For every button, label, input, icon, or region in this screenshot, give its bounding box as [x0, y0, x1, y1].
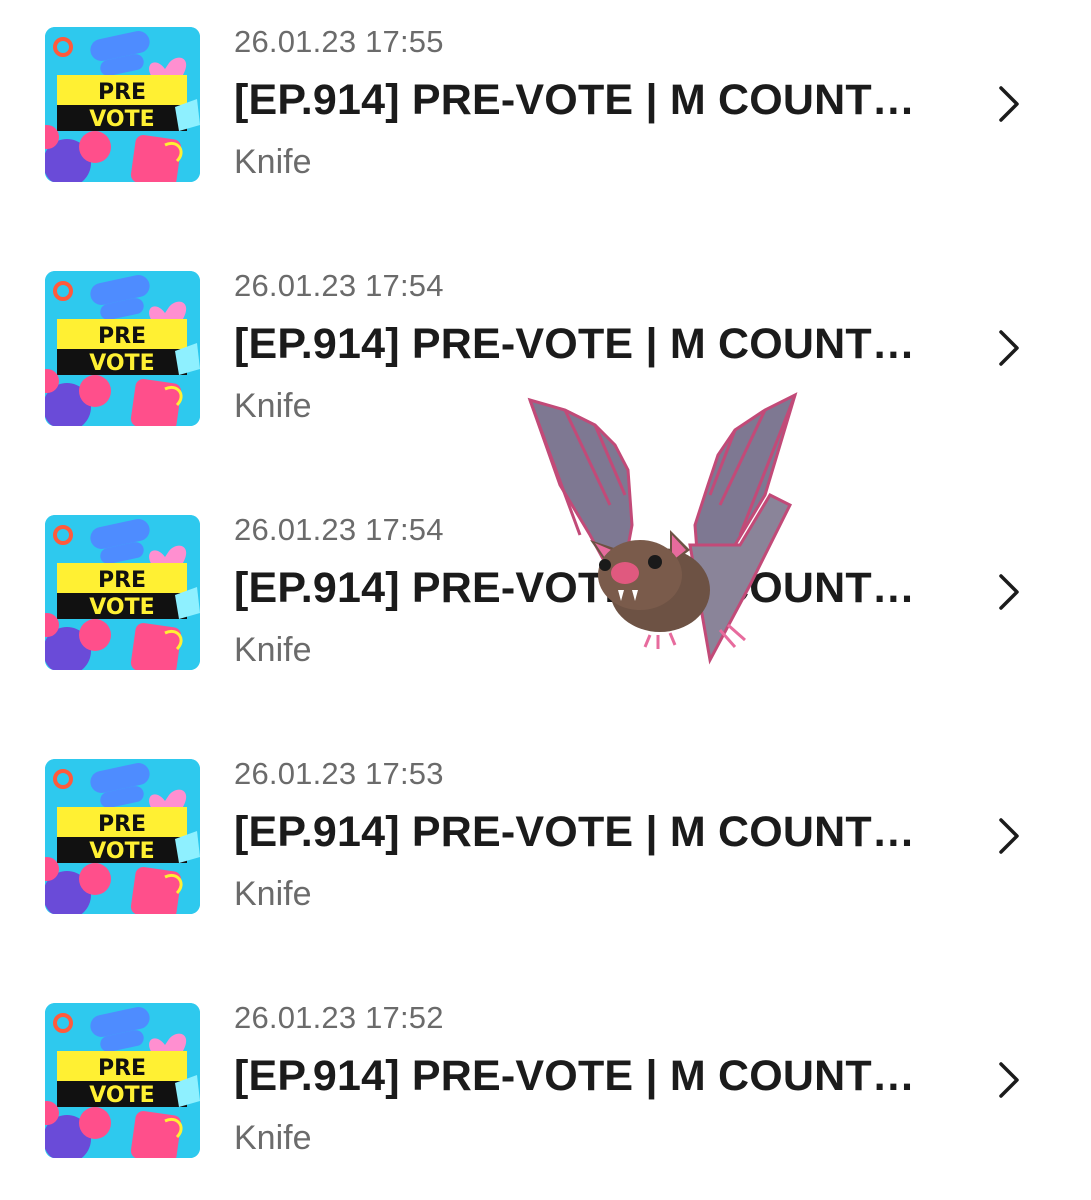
thumb-text-pre: PRE	[98, 80, 146, 105]
item-title: [EP.914] PRE-VOTE | M COUNTDOWN	[234, 320, 924, 368]
list-item[interactable]: PRE VOTE 26.01.23 17:54 [EP.914] PRE-VOT…	[0, 244, 1091, 444]
prevote-thumbnail: PRE VOTE	[45, 271, 200, 426]
thumb-text-vote: VOTE	[89, 839, 154, 864]
item-date: 26.01.23 17:54	[234, 512, 444, 547]
item-artist: Knife	[234, 875, 312, 913]
thumb-text-vote: VOTE	[89, 107, 154, 132]
chevron-right-icon	[999, 86, 1019, 122]
item-title: [EP.914] PRE-VOTE | M COUNTDOWN	[234, 76, 924, 124]
list-item[interactable]: PRE VOTE 26.01.23 17:55 [EP.914] PRE-VOT…	[0, 0, 1091, 200]
thumb-text-pre: PRE	[98, 1056, 146, 1081]
prevote-thumbnail: PRE VOTE	[45, 759, 200, 914]
item-title: [EP.914] PRE-VOTE | M COUNTDOWN	[234, 564, 924, 612]
thumb-text-pre: PRE	[98, 812, 146, 837]
item-artist: Knife	[234, 143, 312, 181]
thumb-text-pre: PRE	[98, 568, 146, 593]
item-title: [EP.914] PRE-VOTE | M COUNTDOWN	[234, 1052, 924, 1100]
item-artist: Knife	[234, 1119, 312, 1157]
item-artist: Knife	[234, 631, 312, 669]
list-item[interactable]: PRE VOTE 26.01.23 17:53 [EP.914] PRE-VOT…	[0, 732, 1091, 932]
thumb-text-vote: VOTE	[89, 351, 154, 376]
list-item[interactable]: PRE VOTE 26.01.23 17:54 [EP.914] PRE-VOT…	[0, 488, 1091, 688]
item-date: 26.01.23 17:54	[234, 268, 444, 303]
prevote-thumbnail: PRE VOTE	[45, 27, 200, 182]
item-title: [EP.914] PRE-VOTE | M COUNTDOWN	[234, 808, 924, 856]
prevote-thumbnail: PRE VOTE	[45, 515, 200, 670]
item-date: 26.01.23 17:53	[234, 756, 444, 791]
chevron-right-icon	[999, 330, 1019, 366]
vote-history-list: PRE VOTE 26.01.23 17:55 [EP.914] PRE-VOT…	[0, 0, 1091, 1200]
thumb-text-pre: PRE	[98, 324, 146, 349]
item-date: 26.01.23 17:52	[234, 1000, 444, 1035]
thumb-text-vote: VOTE	[89, 1083, 154, 1108]
chevron-right-icon	[999, 818, 1019, 854]
item-artist: Knife	[234, 387, 312, 425]
chevron-right-icon	[999, 1062, 1019, 1098]
list-item[interactable]: PRE VOTE 26.01.23 17:52 [EP.914] PRE-VOT…	[0, 976, 1091, 1176]
chevron-right-icon	[999, 574, 1019, 610]
prevote-thumbnail: PRE VOTE	[45, 1003, 200, 1158]
thumb-text-vote: VOTE	[89, 595, 154, 620]
item-date: 26.01.23 17:55	[234, 24, 444, 59]
